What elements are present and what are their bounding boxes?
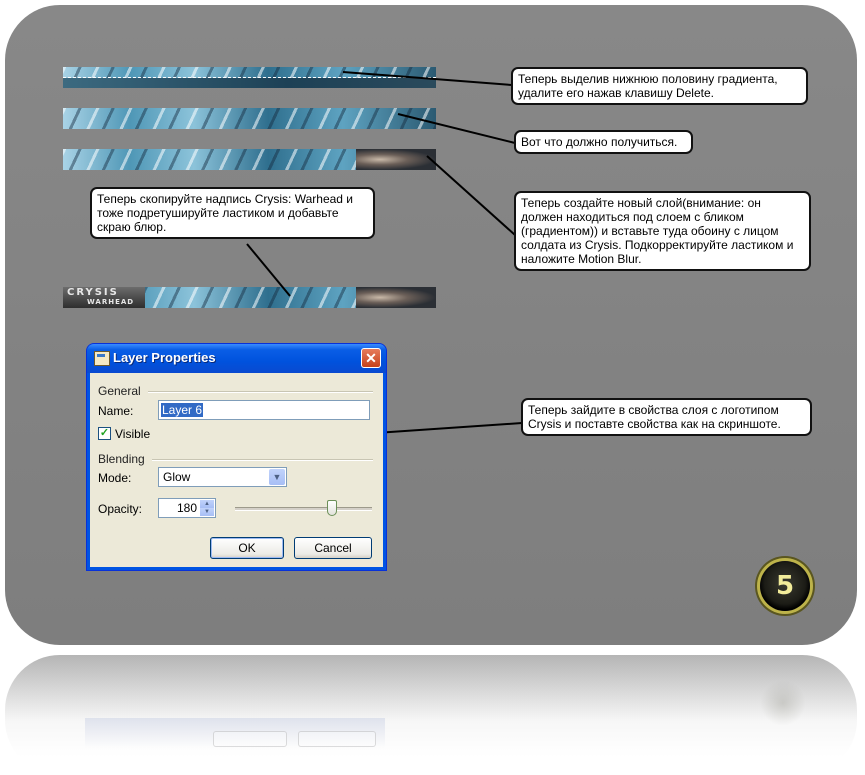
callout-result: Вот что должно получиться. [514,130,693,154]
mode-select[interactable]: Glow ▼ [158,467,287,487]
opacity-slider-thumb[interactable] [326,500,337,516]
chevron-down-icon[interactable]: ▼ [269,469,285,485]
close-button[interactable]: ✕ [361,348,381,368]
opacity-spin-buttons: ▲ ▼ [200,500,214,516]
dialog-titlebar[interactable]: Layer Properties ✕ [87,344,386,373]
opacity-value: 180 [176,501,197,515]
opacity-label: Opacity: [98,502,143,516]
dialog-title: Layer Properties [113,350,216,365]
callout-copy-logo: Теперь скопируйте надпись Crysis: Warhea… [90,187,375,239]
spin-down-icon[interactable]: ▼ [200,508,214,516]
callout-new-layer: Теперь создайте новый слой(внимание: он … [514,191,811,271]
site-logo-glyph: 5 [775,571,795,601]
connector-1 [342,71,513,86]
check-icon: ✓ [99,427,110,439]
connector-3 [426,155,516,236]
visible-label[interactable]: Visible [115,427,150,441]
general-group-label: General [98,384,141,398]
connector-4 [246,243,291,297]
blending-divider [152,459,373,461]
opacity-slider-track[interactable] [235,507,372,511]
name-input[interactable]: Layer 6 [158,400,370,420]
cancel-button[interactable]: Cancel [294,537,372,559]
opacity-spinbox[interactable]: 180 ▲ ▼ [158,498,216,518]
dialog-body: General Name: Layer 6 ✓ Visible Blending… [90,373,383,567]
layer-properties-icon [94,351,110,366]
name-input-value: Layer 6 [161,403,204,417]
general-divider [148,391,373,393]
site-logo: 5 [760,561,810,611]
visible-checkbox[interactable]: ✓ [98,427,111,440]
ok-button[interactable]: OK [210,537,284,559]
spin-up-icon[interactable]: ▲ [200,500,214,508]
mode-select-value: Glow [163,470,191,484]
layer-properties-dialog: Layer Properties ✕ General Name: Layer 6… [87,344,386,570]
close-icon: ✕ [365,350,377,366]
callout-layer-properties: Теперь зайдите в свойства слоя с логотип… [521,398,812,436]
blending-group-label: Blending [98,452,145,466]
name-label: Name: [98,404,134,418]
mode-label: Mode: [98,471,132,485]
connector-2 [397,113,516,144]
callout-delete-half: Теперь выделив нижнюю половину градиента… [511,67,808,105]
